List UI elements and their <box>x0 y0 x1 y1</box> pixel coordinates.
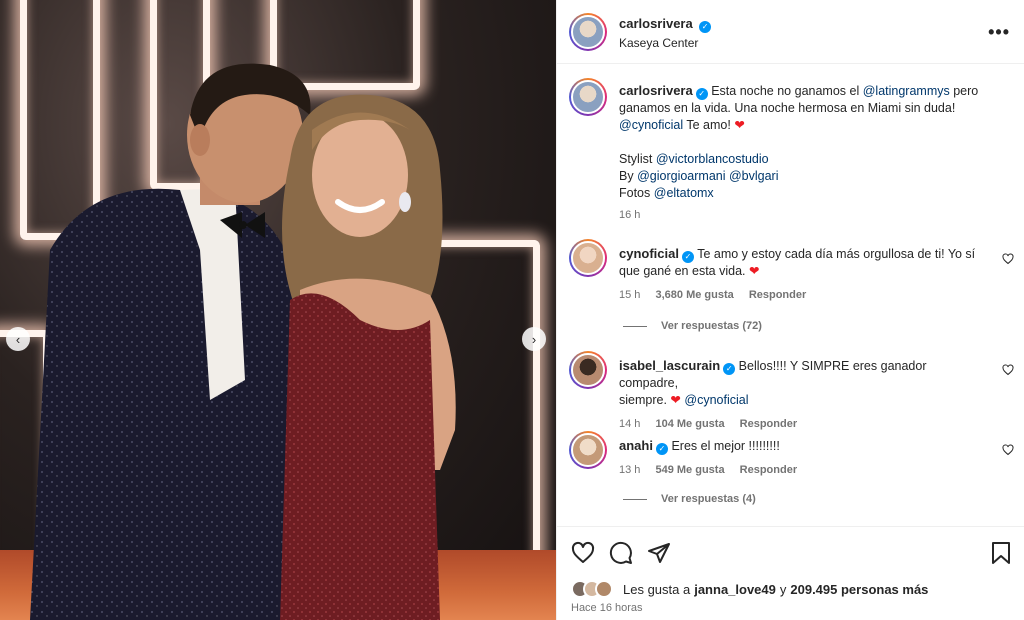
caption-text: Stylist <box>619 152 653 166</box>
mention-link[interactable]: @cynoficial <box>684 393 748 407</box>
comment-like-heart-icon[interactable] <box>1002 444 1014 456</box>
comment-icon[interactable] <box>609 541 633 565</box>
verified-badge-icon: ✓ <box>655 443 668 455</box>
view-replies-button[interactable]: Ver respuestas (72) <box>623 320 762 332</box>
comment-like-heart-icon[interactable] <box>1002 253 1014 265</box>
caption-text: Fotos <box>619 186 651 200</box>
mention-link[interactable]: @latingrammys <box>863 84 950 98</box>
comment-author[interactable]: anahi <box>619 438 653 453</box>
view-replies-button[interactable]: Ver respuestas (4) <box>623 493 756 505</box>
comment: isabel_lascurain ✓ Bellos!!!! Y SIMPRE er… <box>619 357 989 433</box>
post-timestamp[interactable]: Hace 16 horas <box>571 602 643 614</box>
more-options-icon[interactable]: ••• <box>988 22 1010 43</box>
comment: cynoficial ✓ Te amo y estoy cada día más … <box>619 245 989 304</box>
comment-timestamp[interactable]: 15 h <box>619 289 640 301</box>
chevron-right-icon: › <box>531 331 537 347</box>
comment-text: siempre. <box>619 393 667 407</box>
caption-timestamp[interactable]: 16 h <box>619 207 1019 224</box>
caption: carlosrivera ✓ Esta noche no ganamos el @… <box>619 82 1019 224</box>
heart-emoji-icon: ❤ <box>670 393 681 407</box>
post-photo[interactable]: ‹ › <box>0 0 556 620</box>
mention-link[interactable]: @cynoficial <box>619 118 683 132</box>
post-author-username[interactable]: carlosrivera <box>619 16 693 31</box>
reply-button[interactable]: Responder <box>740 464 797 476</box>
divider-line <box>623 325 647 327</box>
bookmark-icon[interactable] <box>990 541 1012 565</box>
avatar[interactable] <box>569 13 607 51</box>
comment: anahi ✓ Eres el mejor !!!!!!!!! 13 h 549 … <box>619 437 989 479</box>
likes-user-link[interactable]: janna_love49 <box>694 582 776 597</box>
avatar[interactable] <box>569 78 607 116</box>
likes-joiner: y <box>779 581 787 597</box>
caption-text: ganamos en la vida. Una noche hermosa en… <box>619 101 956 115</box>
share-icon[interactable] <box>647 541 671 565</box>
verified-badge-icon: ✓ <box>695 88 708 100</box>
woman-figure <box>260 90 480 620</box>
mention-link[interactable]: @eltatomx <box>654 186 714 200</box>
view-replies-label: Ver respuestas (72) <box>661 320 762 332</box>
mention-link[interactable]: @bvlgari <box>729 169 779 183</box>
post-side-panel: carlosrivera ✓ Kaseya Center ••• carlosr… <box>556 0 1024 620</box>
likes-count-link[interactable]: 209.495 personas más <box>790 582 928 597</box>
comment-author[interactable]: cynoficial <box>619 246 679 261</box>
verified-badge-icon: ✓ <box>681 251 694 263</box>
chevron-left-icon: ‹ <box>15 331 21 347</box>
caption-text: By <box>619 169 634 183</box>
comment-text: que gané en esta vida. <box>619 264 746 278</box>
post-location[interactable]: Kaseya Center <box>619 36 698 50</box>
caption-text: pero <box>953 84 979 98</box>
comment-likes[interactable]: 104 Me gusta <box>655 418 724 430</box>
view-replies-label: Ver respuestas (4) <box>661 493 756 505</box>
comment-text: Te amo y estoy cada día más orgullosa de… <box>697 247 976 261</box>
caption-author[interactable]: carlosrivera <box>619 83 693 98</box>
comment-like-heart-icon[interactable] <box>1002 364 1014 376</box>
mention-link[interactable]: @giorgioarmani <box>637 169 725 183</box>
post-header: carlosrivera ✓ Kaseya Center ••• <box>557 0 1024 64</box>
comment-timestamp[interactable]: 14 h <box>619 418 640 430</box>
post-action-bar: Les gusta a janna_love49 y 209.495 perso… <box>557 526 1024 620</box>
verified-badge-icon: ✓ <box>723 363 736 375</box>
heart-icon[interactable] <box>571 541 595 565</box>
carousel-next-button[interactable]: › <box>522 327 546 351</box>
caption-text: Esta noche no ganamos el <box>711 84 860 98</box>
carousel-prev-button[interactable]: ‹ <box>6 327 30 351</box>
verified-badge-icon: ✓ <box>699 21 712 33</box>
mention-link[interactable]: @victorblancostudio <box>656 152 769 166</box>
reply-button[interactable]: Responder <box>740 418 797 430</box>
avatar[interactable] <box>569 239 607 277</box>
comment-text: Eres el mejor !!!!!!!!! <box>671 439 780 453</box>
heart-emoji-icon: ❤ <box>734 118 745 132</box>
avatar <box>595 580 613 598</box>
likes-prefix: Les gusta a <box>623 581 691 597</box>
comment-author[interactable]: isabel_lascurain <box>619 358 720 373</box>
avatar[interactable] <box>569 431 607 469</box>
avatar[interactable] <box>569 351 607 389</box>
comment-likes[interactable]: 3,680 Me gusta <box>655 289 733 301</box>
heart-emoji-icon: ❤ <box>748 264 760 278</box>
comment-timestamp[interactable]: 13 h <box>619 464 640 476</box>
divider-line <box>623 498 647 500</box>
likes-summary: Les gusta a janna_love49 y 209.495 perso… <box>571 580 928 598</box>
reply-button[interactable]: Responder <box>749 289 806 301</box>
comment-likes[interactable]: 549 Me gusta <box>655 464 724 476</box>
caption-text: Te amo! <box>686 118 731 132</box>
